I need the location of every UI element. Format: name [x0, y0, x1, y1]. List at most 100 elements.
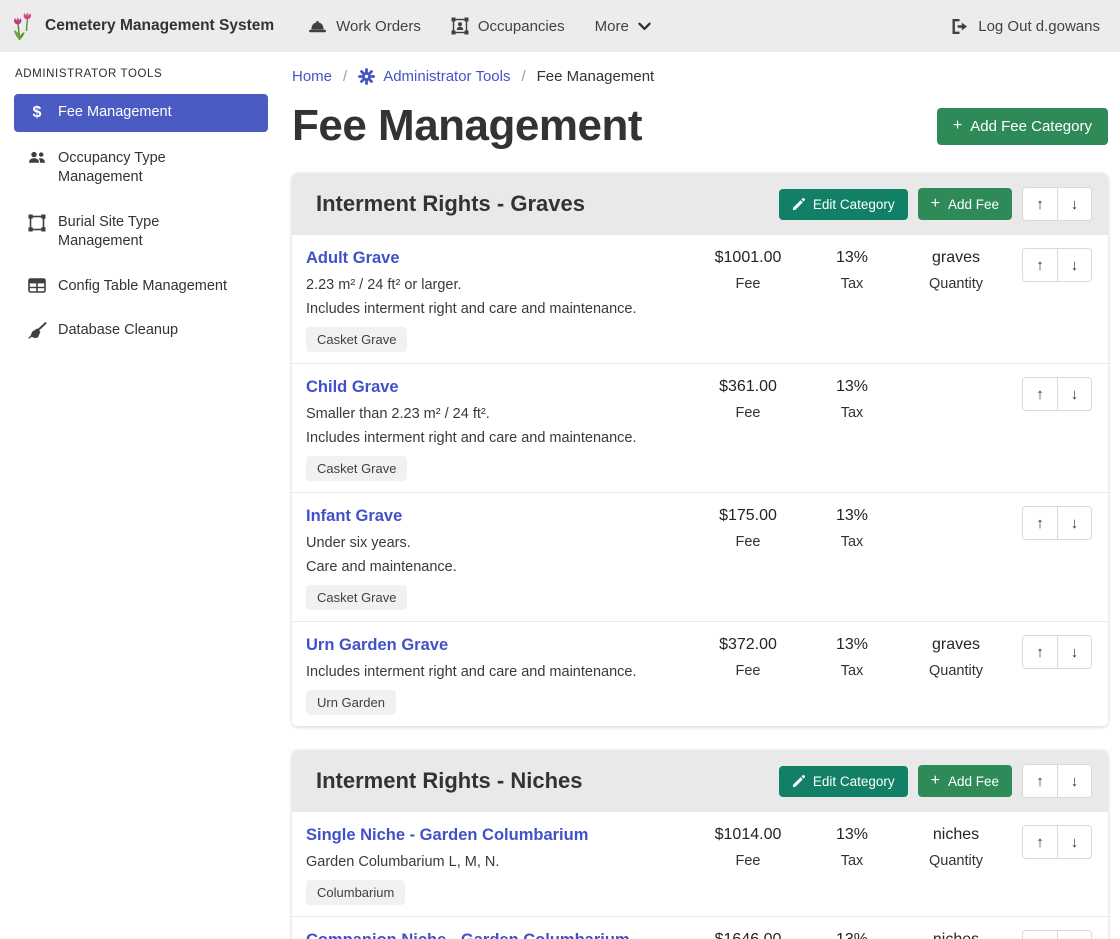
move-fee-down-button[interactable]: ↓: [1057, 249, 1091, 281]
fee-reorder-group: ↑ ↓: [1022, 930, 1092, 939]
move-category-down-button[interactable]: ↓: [1057, 188, 1091, 220]
move-fee-down-button[interactable]: ↓: [1057, 931, 1091, 939]
breadcrumb-admin-tools-link[interactable]: Administrator Tools: [358, 68, 510, 85]
fee-description: Includes interment right and care and ma…: [306, 664, 690, 680]
move-fee-down-button[interactable]: ↓: [1057, 826, 1091, 858]
add-fee-button[interactable]: + Add Fee: [918, 765, 1012, 797]
fee-tax-label: Tax: [800, 276, 904, 292]
fee-reorder-group: ↑ ↓: [1022, 377, 1092, 411]
breadcrumb-separator: /: [343, 68, 347, 85]
edit-category-label: Edit Category: [813, 774, 895, 789]
table-icon: [27, 278, 47, 293]
fee-amount-label: Fee: [696, 276, 800, 292]
fee-tax-value: 13%: [800, 378, 904, 396]
fee-description: Under six years.: [306, 535, 690, 551]
fee-amount-column: $175.00 Fee: [696, 504, 800, 550]
fee-quantity-column: niches Quantity: [904, 928, 1008, 939]
category-reorder-group: ↑ ↓: [1022, 764, 1092, 798]
move-category-down-button[interactable]: ↓: [1057, 765, 1091, 797]
fee-row: Child Grave Smaller than 2.23 m² / 24 ft…: [292, 364, 1108, 493]
add-fee-button[interactable]: + Add Fee: [918, 188, 1012, 220]
broom-icon: [27, 322, 47, 339]
hard-hat-icon: [308, 18, 327, 35]
fee-reorder-group: ↑ ↓: [1022, 506, 1092, 540]
category-title: Interment Rights - Niches: [316, 768, 779, 794]
move-fee-up-button[interactable]: ↑: [1023, 507, 1057, 539]
nav-item-more[interactable]: More: [595, 18, 651, 35]
fee-amount-value: $1646.00: [696, 931, 800, 939]
fee-tax-value: 13%: [800, 826, 904, 844]
fee-name-link[interactable]: Child Grave: [306, 378, 690, 397]
fee-name-link[interactable]: Infant Grave: [306, 507, 690, 526]
fee-amount-label: Fee: [696, 534, 800, 550]
logout-button[interactable]: Log Out d.gowans: [950, 18, 1100, 35]
sidebar-item-label: Fee Management: [58, 103, 172, 123]
fee-quantity-column: [904, 504, 1008, 516]
logout-icon: [950, 18, 969, 35]
fee-tax-label: Tax: [800, 663, 904, 679]
brand[interactable]: Cemetery Management System: [12, 11, 274, 41]
gear-icon: [358, 68, 375, 85]
plus-icon: +: [953, 118, 962, 134]
fee-type-badge: Casket Grave: [306, 585, 407, 610]
move-fee-down-button[interactable]: ↓: [1057, 378, 1091, 410]
sidebar-item-fee-management[interactable]: $ Fee Management: [14, 94, 268, 132]
sidebar-item-label: Database Cleanup: [58, 321, 178, 341]
move-fee-up-button[interactable]: ↑: [1023, 931, 1057, 939]
fee-quantity-value: niches: [904, 931, 1008, 939]
fee-tax-column: 13% Tax: [800, 504, 904, 550]
fee-quantity-column: graves Quantity: [904, 246, 1008, 292]
fee-name-link[interactable]: Single Niche - Garden Columbarium: [306, 826, 690, 845]
fee-tax-column: 13% Tax: [800, 246, 904, 292]
fee-description: Includes interment right and care and ma…: [306, 430, 690, 446]
fee-amount-label: Fee: [696, 405, 800, 421]
move-category-up-button[interactable]: ↑: [1023, 188, 1057, 220]
fee-descriptions: Includes interment right and care and ma…: [306, 664, 690, 680]
fee-amount-column: $372.00 Fee: [696, 633, 800, 679]
fee-row: Infant Grave Under six years. Care and ma…: [292, 493, 1108, 622]
fee-description: Care and maintenance.: [306, 559, 690, 575]
tulip-logo-icon: [12, 11, 36, 41]
breadcrumb-home-link[interactable]: Home: [292, 68, 332, 85]
fee-name-link[interactable]: Urn Garden Grave: [306, 636, 690, 655]
sidebar-item-occupancy-type-management[interactable]: Occupancy Type Management: [14, 141, 268, 196]
sidebar: ADMINISTRATOR TOOLS $ Fee Management Occ…: [0, 52, 280, 358]
sidebar-item-label: Occupancy Type Management: [58, 149, 234, 188]
nav-item-work-orders[interactable]: Work Orders: [308, 18, 421, 35]
breadcrumb: Home /: [292, 68, 1108, 85]
fee-quantity-label: Quantity: [904, 276, 1008, 292]
pencil-icon: [792, 775, 805, 788]
move-fee-up-button[interactable]: ↑: [1023, 636, 1057, 668]
top-navbar: Cemetery Management System Work Orders: [0, 0, 1120, 52]
sidebar-item-config-table-management[interactable]: Config Table Management: [14, 269, 268, 305]
sidebar-item-database-cleanup[interactable]: Database Cleanup: [14, 313, 268, 349]
move-fee-up-button[interactable]: ↑: [1023, 378, 1057, 410]
sidebar-item-burial-site-type-management[interactable]: Burial Site Type Management: [14, 205, 268, 260]
move-category-up-button[interactable]: ↑: [1023, 765, 1057, 797]
add-fee-label: Add Fee: [948, 197, 999, 212]
edit-category-button[interactable]: Edit Category: [779, 766, 908, 797]
main-content: Home /: [280, 52, 1120, 939]
fee-tax-label: Tax: [800, 534, 904, 550]
fee-category-card: Interment Rights - Niches Edit Category …: [292, 750, 1108, 939]
move-fee-down-button[interactable]: ↓: [1057, 507, 1091, 539]
fee-name-link[interactable]: Companion Niche - Garden Columbarium: [306, 931, 690, 939]
category-header: Interment Rights - Graves Edit Category …: [292, 173, 1108, 235]
category-reorder-group: ↑ ↓: [1022, 187, 1092, 221]
fee-row: Adult Grave 2.23 m² / 24 ft² or larger.I…: [292, 235, 1108, 364]
nav-item-label: Occupancies: [478, 18, 565, 35]
fee-quantity-column: [904, 375, 1008, 387]
edit-category-label: Edit Category: [813, 197, 895, 212]
add-fee-category-button[interactable]: + Add Fee Category: [937, 108, 1108, 145]
fee-amount-column: $361.00 Fee: [696, 375, 800, 421]
move-fee-up-button[interactable]: ↑: [1023, 826, 1057, 858]
move-fee-up-button[interactable]: ↑: [1023, 249, 1057, 281]
edit-category-button[interactable]: Edit Category: [779, 189, 908, 220]
app-window: Cemetery Management System Work Orders: [0, 0, 1120, 939]
fee-category-card: Interment Rights - Graves Edit Category …: [292, 173, 1108, 726]
fee-name-link[interactable]: Adult Grave: [306, 249, 690, 268]
fee-quantity-column: niches Quantity: [904, 823, 1008, 869]
move-fee-down-button[interactable]: ↓: [1057, 636, 1091, 668]
nav-item-occupancies[interactable]: Occupancies: [451, 17, 565, 35]
fee-amount-column: $1646.00 Fee: [696, 928, 800, 939]
